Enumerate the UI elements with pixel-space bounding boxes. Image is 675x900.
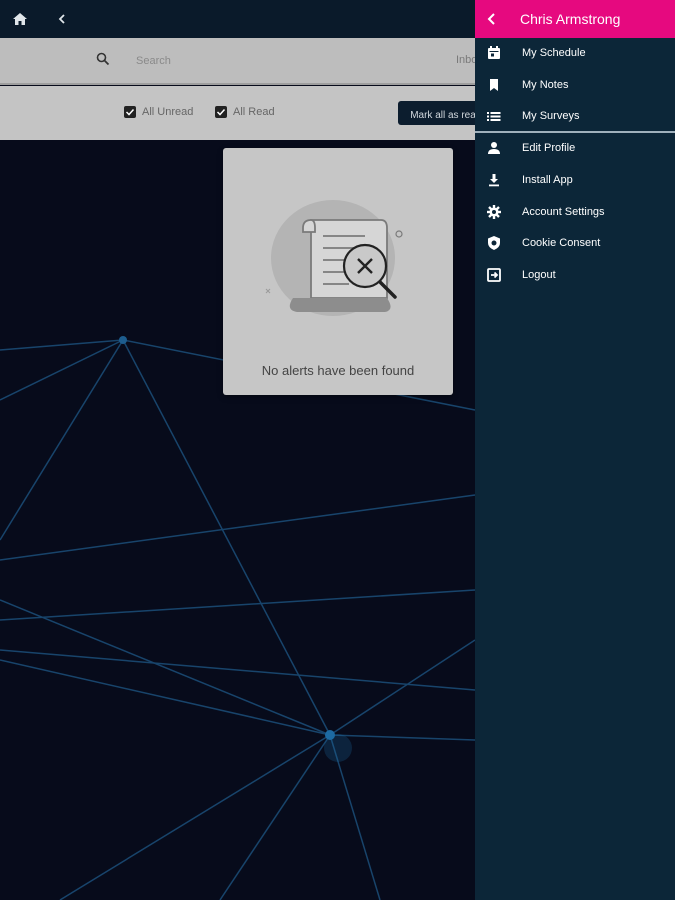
search-bar: Inbo bbox=[0, 38, 477, 85]
calendar-icon bbox=[486, 45, 502, 61]
drawer-item-label: My Schedule bbox=[522, 47, 586, 59]
no-results-illustration bbox=[265, 200, 403, 316]
drawer-item-label: Account Settings bbox=[522, 206, 605, 218]
all-read-checkbox[interactable]: All Read bbox=[215, 106, 275, 118]
drawer-item-label: Logout bbox=[522, 269, 556, 281]
empty-state-message: No alerts have been found bbox=[261, 363, 415, 378]
user-name: Chris Armstrong bbox=[520, 11, 621, 27]
drawer-item-install-app[interactable]: Install App bbox=[475, 165, 675, 195]
download-icon bbox=[486, 172, 502, 188]
drawer-item-cookie-consent[interactable]: Cookie Consent bbox=[475, 228, 675, 258]
all-read-label: All Read bbox=[233, 106, 275, 118]
drawer-item-label: My Notes bbox=[522, 79, 569, 91]
chevron-left-icon[interactable] bbox=[52, 9, 72, 29]
empty-state-card: No alerts have been found bbox=[223, 148, 453, 395]
navigation-drawer: Chris Armstrong My Schedule My Notes My … bbox=[475, 0, 675, 900]
drawer-item-edit-profile[interactable]: Edit Profile bbox=[475, 133, 675, 163]
chevron-left-icon[interactable] bbox=[484, 10, 500, 28]
gear-icon bbox=[486, 204, 502, 220]
bookmark-icon bbox=[486, 77, 502, 93]
drawer-item-label: Install App bbox=[522, 174, 573, 186]
logout-icon bbox=[486, 267, 502, 283]
drawer-item-logout[interactable]: Logout bbox=[475, 260, 675, 290]
drawer-item-label: Edit Profile bbox=[522, 142, 576, 154]
mark-all-as-read-button[interactable]: Mark all as rea bbox=[398, 101, 478, 125]
drawer-header: Chris Armstrong bbox=[475, 0, 675, 38]
home-icon[interactable] bbox=[10, 9, 30, 29]
all-unread-checkbox[interactable]: All Unread bbox=[124, 106, 193, 118]
checkbox-checked-icon[interactable] bbox=[124, 106, 136, 118]
person-icon bbox=[486, 140, 502, 156]
shield-icon bbox=[486, 235, 502, 251]
drawer-item-my-surveys[interactable]: My Surveys bbox=[475, 101, 675, 131]
search-icon bbox=[96, 52, 112, 68]
drawer-item-my-schedule[interactable]: My Schedule bbox=[475, 38, 675, 68]
drawer-item-account-settings[interactable]: Account Settings bbox=[475, 197, 675, 227]
all-unread-label: All Unread bbox=[142, 106, 194, 118]
checkbox-checked-icon[interactable] bbox=[215, 106, 227, 118]
drawer-item-my-notes[interactable]: My Notes bbox=[475, 70, 675, 100]
list-icon bbox=[486, 108, 502, 124]
filter-bar: All Unread All Read Mark all as rea bbox=[0, 86, 478, 140]
drawer-item-label: My Surveys bbox=[522, 110, 580, 122]
drawer-item-label: Cookie Consent bbox=[522, 237, 601, 249]
search-input[interactable] bbox=[136, 52, 396, 70]
